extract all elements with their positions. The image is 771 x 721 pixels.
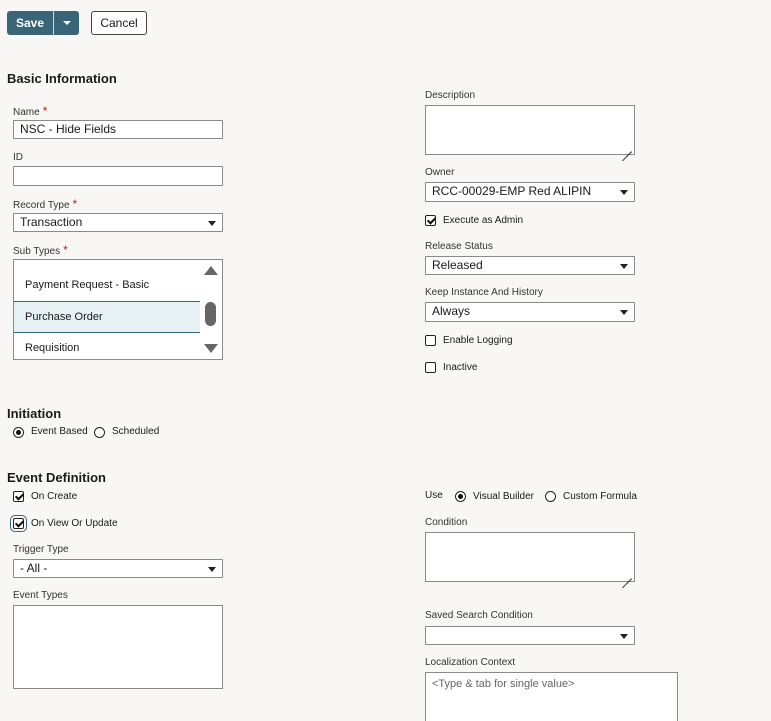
basic-information-heading: Basic Information — [7, 71, 117, 86]
list-item-selected[interactable]: Purchase Order — [14, 301, 200, 333]
custom-formula-label: Custom Formula — [563, 491, 637, 502]
event-based-radio[interactable] — [13, 427, 24, 438]
record-type-select[interactable]: Transaction — [13, 213, 223, 232]
on-create-checkbox[interactable] — [13, 491, 24, 502]
initiation-heading: Initiation — [7, 406, 62, 421]
inactive-label: Inactive — [443, 362, 478, 373]
scheduled-radio[interactable] — [94, 427, 105, 438]
localization-context-placeholder: <Type & tab for single value> — [432, 678, 575, 690]
name-label: Name * — [13, 104, 47, 118]
owner-select[interactable]: RCC-00029-EMP Red ALIPIN — [425, 182, 635, 202]
sub-types-listbox[interactable]: Payment Request - Basic Purchase Order R… — [13, 259, 223, 360]
scrollbar-thumb[interactable] — [205, 302, 216, 326]
execute-as-admin-checkbox[interactable] — [425, 215, 436, 226]
cancel-button[interactable]: Cancel — [91, 11, 147, 35]
event-types-label: Event Types — [13, 590, 68, 601]
saved-search-condition-label: Saved Search Condition — [425, 610, 533, 621]
required-asterisk: * — [42, 104, 48, 118]
name-field[interactable]: NSC - Hide Fields — [13, 120, 223, 139]
trigger-type-select[interactable]: - All - — [13, 559, 223, 578]
trigger-type-label: Trigger Type — [13, 544, 69, 555]
custom-formula-radio[interactable] — [545, 491, 556, 502]
id-label: ID — [13, 152, 23, 163]
owner-label: Owner — [425, 167, 455, 178]
condition-label: Condition — [425, 517, 468, 528]
on-view-or-update-checkbox[interactable] — [10, 515, 27, 532]
resize-grip-icon[interactable] — [622, 142, 632, 152]
on-create-label: On Create — [31, 491, 78, 502]
condition-textarea[interactable] — [425, 532, 635, 582]
on-view-or-update-label: On View Or Update — [31, 518, 118, 529]
visual-builder-radio[interactable] — [455, 491, 466, 502]
keep-instance-label: Keep Instance And History — [425, 287, 543, 298]
enable-logging-label: Enable Logging — [443, 335, 513, 346]
use-label: Use — [425, 490, 443, 501]
execute-as-admin-label: Execute as Admin — [443, 215, 524, 226]
saved-search-condition-select[interactable] — [425, 626, 635, 645]
resize-grip-icon[interactable] — [622, 569, 632, 579]
scroll-up-arrow-icon[interactable] — [204, 266, 218, 275]
release-status-select[interactable]: Released — [425, 256, 635, 275]
keep-instance-select[interactable]: Always — [425, 302, 635, 322]
sub-types-label-text: Sub Types — [13, 246, 61, 257]
list-item[interactable]: Requisition — [14, 333, 200, 359]
save-button[interactable]: Save — [7, 11, 53, 35]
scheduled-label: Scheduled — [112, 426, 160, 437]
enable-logging-checkbox[interactable] — [425, 335, 436, 346]
record-type-label-text: Record Type — [13, 200, 70, 211]
record-type-label: Record Type * — [13, 197, 77, 211]
description-label: Description — [425, 90, 476, 101]
sub-types-label: Sub Types * — [13, 243, 68, 257]
save-options-chevron-down-icon[interactable] — [54, 11, 79, 35]
list-item[interactable]: Payment Request - Basic — [14, 270, 200, 301]
inactive-checkbox[interactable] — [425, 362, 436, 373]
event-definition-heading: Event Definition — [7, 470, 106, 485]
name-label-text: Name — [13, 107, 40, 118]
localization-context-label: Localization Context — [425, 657, 516, 668]
event-types-listbox[interactable] — [13, 605, 223, 689]
localization-context-input[interactable]: <Type & tab for single value> — [425, 672, 678, 721]
scroll-down-arrow-icon[interactable] — [204, 344, 218, 353]
release-status-label: Release Status — [425, 241, 493, 252]
required-asterisk: * — [63, 243, 68, 257]
required-asterisk: * — [72, 197, 78, 211]
description-textarea[interactable] — [425, 105, 635, 155]
event-based-label: Event Based — [31, 426, 88, 437]
visual-builder-label: Visual Builder — [473, 491, 534, 502]
save-split-button: Save — [7, 11, 79, 35]
id-field[interactable] — [13, 166, 223, 186]
